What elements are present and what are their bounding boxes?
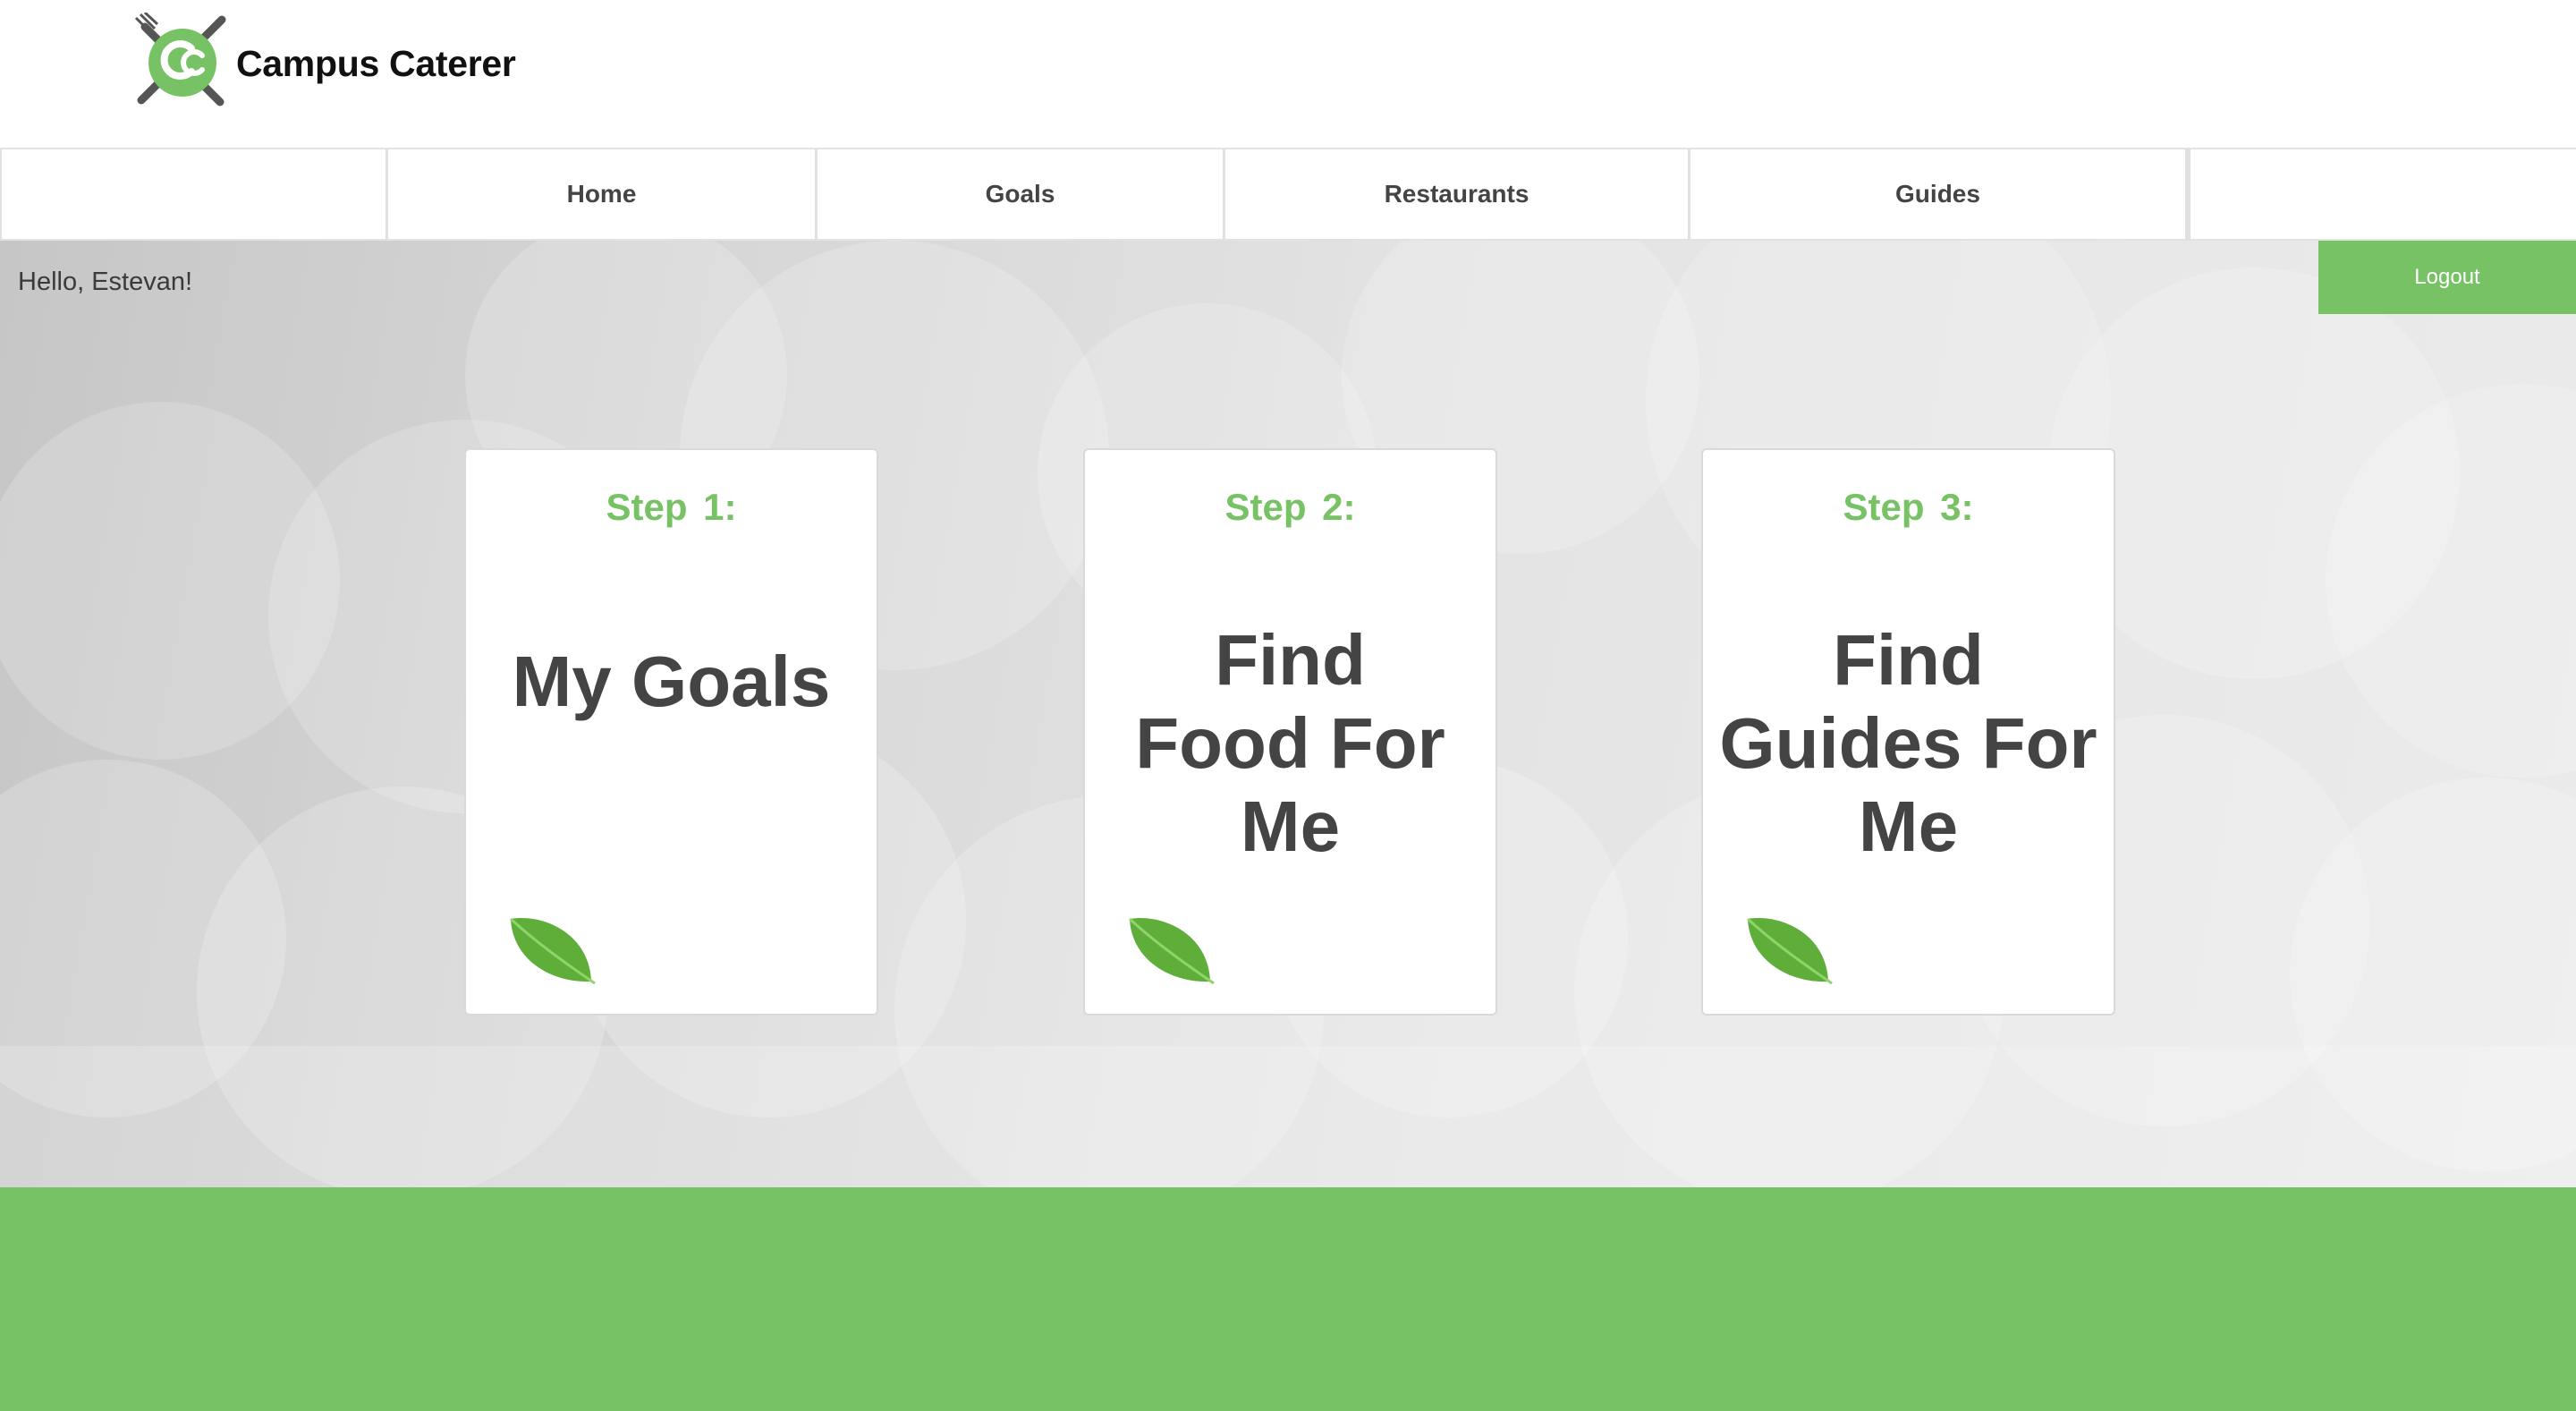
leaf-icon [1128, 917, 1215, 985]
logout-button[interactable]: Logout [2318, 241, 2576, 314]
hero-section: Hello, Estevan! Logout Step 1: My Goals … [0, 241, 2576, 1187]
leaf-icon [509, 917, 596, 985]
step-card-find-food[interactable]: Step 2: Find Food For Me [1083, 448, 1497, 1016]
nav-item-blank-right [2188, 149, 2576, 239]
nav-item-blank-left [0, 149, 388, 239]
site-header: Campus Caterer [0, 0, 2576, 148]
card-title: My Goals [512, 642, 831, 721]
card-title: Find Food For Me [1135, 620, 1445, 866]
step-label: Step 2: [1224, 486, 1356, 528]
step-label: Step 3: [1843, 486, 1974, 528]
step-label: Step 1: [606, 486, 737, 528]
step-card-find-guides[interactable]: Step 3: Find Guides For Me [1701, 448, 2115, 1016]
site-footer [0, 1187, 2576, 1411]
step-card-goals[interactable]: Step 1: My Goals [464, 448, 878, 1016]
card-title: Find Guides For Me [1719, 620, 2097, 866]
main-nav: Home Goals Restaurants Guides [0, 148, 2576, 241]
campus-caterer-logo-icon[interactable] [132, 13, 233, 109]
brand-name[interactable]: Campus Caterer [236, 43, 516, 85]
nav-item-goals[interactable]: Goals [818, 149, 1225, 239]
nav-item-restaurants[interactable]: Restaurants [1225, 149, 1690, 239]
leaf-icon [1746, 917, 1833, 985]
nav-item-home[interactable]: Home [388, 149, 818, 239]
greeting-text: Hello, Estevan! [18, 268, 193, 296]
nav-item-guides[interactable]: Guides [1690, 149, 2188, 239]
